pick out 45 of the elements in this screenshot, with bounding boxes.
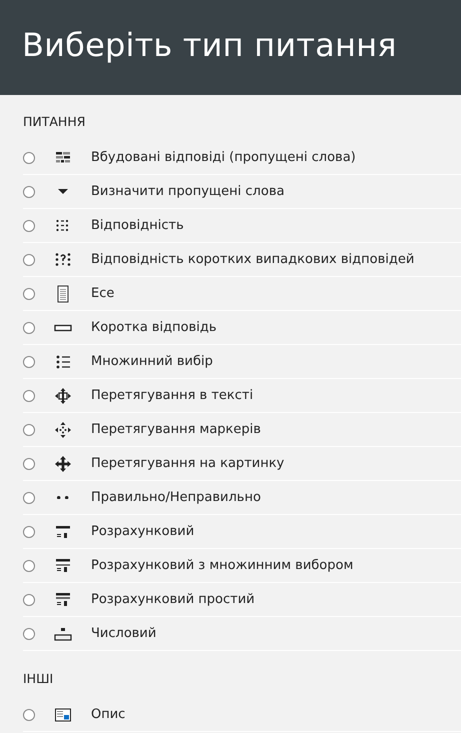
radio-button[interactable]	[23, 288, 35, 300]
question-type-label[interactable]: Множинний вибір	[91, 354, 213, 369]
question-type-label[interactable]: Есе	[91, 286, 114, 301]
question-type-label[interactable]: Перетягування в тексті	[91, 388, 254, 403]
radio-button[interactable]	[23, 254, 35, 266]
description-icon	[54, 706, 72, 724]
section-heading: ПИТАННЯ	[23, 113, 86, 131]
radio-button[interactable]	[23, 628, 35, 640]
question-type-label[interactable]: Перетягування на картинку	[91, 456, 284, 471]
move-arrows-icon	[54, 386, 72, 404]
question-type-label[interactable]: Перетягування маркерів	[91, 422, 261, 437]
question-type-label[interactable]: Вбудовані відповіді (пропущені слова)	[91, 150, 356, 165]
radio-button[interactable]	[23, 322, 35, 334]
radio-button[interactable]	[23, 458, 35, 470]
bullet-list-icon	[54, 352, 72, 370]
formula-icon	[54, 590, 72, 608]
question-type-label[interactable]: Відповідність	[91, 218, 184, 233]
radio-button[interactable]	[23, 594, 35, 606]
radio-button[interactable]	[23, 356, 35, 368]
question-type-label[interactable]: Коротка відповідь	[91, 320, 217, 335]
dialog-title: Виберіть тип питання	[22, 26, 398, 64]
radio-button[interactable]	[23, 708, 35, 720]
triangle-icon	[58, 189, 68, 194]
question-type-label[interactable]: Відповідність коротких випадкових відповідей	[91, 252, 414, 267]
radio-button[interactable]	[23, 560, 35, 572]
dot-grid-icon	[54, 250, 72, 268]
formula-icon	[54, 556, 72, 574]
section-heading: ІНШІ	[23, 670, 54, 688]
question-type-label[interactable]: Розрахунковий простий	[91, 592, 255, 607]
radio-button[interactable]	[23, 390, 35, 402]
radio-button[interactable]	[23, 526, 35, 538]
question-type-label[interactable]: Числовий	[91, 626, 156, 641]
radio-button[interactable]	[23, 220, 35, 232]
radio-button[interactable]	[23, 152, 35, 164]
question-type-label[interactable]: Розрахунковий	[91, 524, 194, 539]
cross-arrows-icon	[54, 454, 72, 472]
question-type-label[interactable]: Правильно/Неправильно	[90, 490, 261, 505]
question-type-label[interactable]: Опис	[91, 707, 126, 722]
question-type-label[interactable]: Визначити пропущені слова	[91, 184, 284, 199]
radio-button[interactable]	[23, 424, 35, 436]
two-dots-icon	[57, 496, 69, 500]
radio-button[interactable]	[23, 186, 35, 198]
radio-button[interactable]	[23, 492, 35, 504]
question-type-label[interactable]: Розрахунковий з множинним вибором	[91, 558, 354, 573]
move-arrows-icon	[54, 420, 72, 438]
